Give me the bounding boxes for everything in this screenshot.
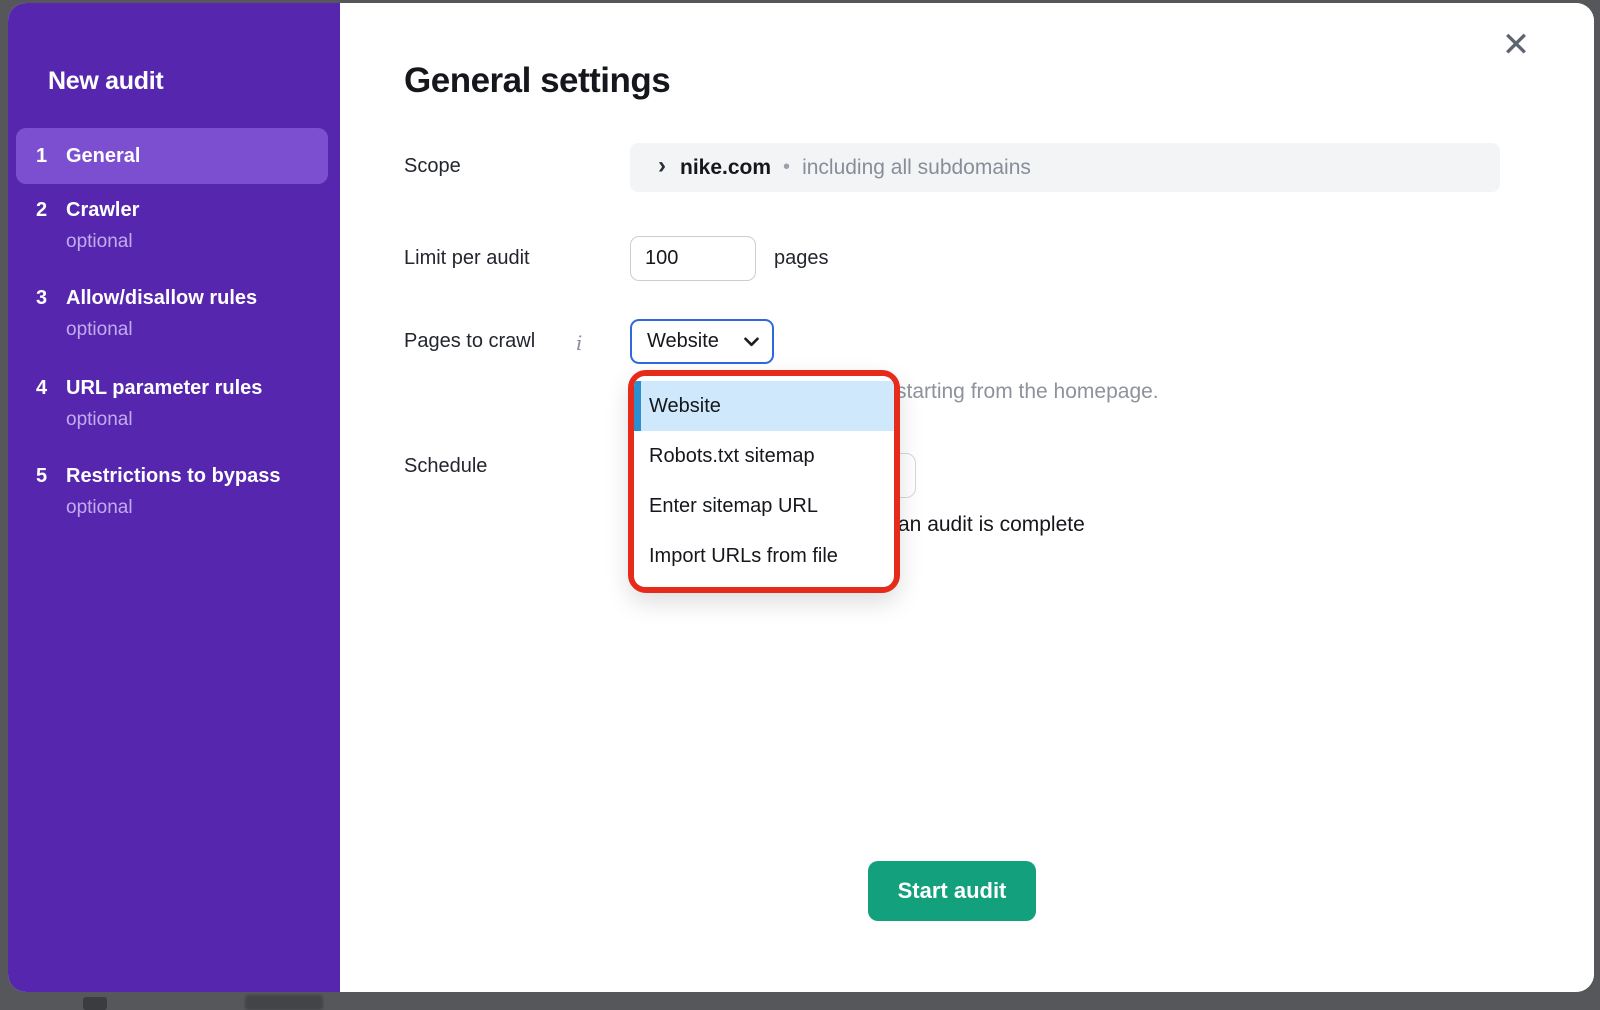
step-label: Allow/disallow rules bbox=[66, 287, 257, 309]
annotation-highlight: Website Robots.txt sitemap Enter sitemap… bbox=[628, 370, 900, 593]
step-label: Restrictions to bypass bbox=[66, 465, 281, 487]
screen-background: New audit 1General 2Crawler optional 3Al… bbox=[0, 0, 1600, 1010]
sidebar-title: New audit bbox=[48, 67, 163, 96]
crawl-helper-text-fragment: starting from the homepage. bbox=[896, 380, 1159, 404]
scope-value-box[interactable]: › nike.com • including all subdomains bbox=[630, 143, 1500, 192]
step-optional-note: optional bbox=[66, 231, 133, 253]
sidebar-item-restrictions-to-bypass[interactable]: 5Restrictions to bypass bbox=[36, 465, 281, 488]
sidebar-item-general[interactable]: 1General bbox=[36, 145, 140, 168]
schedule-label: Schedule bbox=[404, 455, 487, 478]
step-number: 5 bbox=[36, 465, 66, 488]
sidebar-item-allow-disallow-rules[interactable]: 3Allow/disallow rules bbox=[36, 287, 257, 310]
pages-to-crawl-dropdown: Website Robots.txt sitemap Enter sitemap… bbox=[634, 376, 894, 587]
background-page-artifact bbox=[83, 997, 107, 1010]
sidebar: New audit 1General 2Crawler optional 3Al… bbox=[8, 3, 340, 992]
scope-domain: nike.com bbox=[680, 156, 771, 180]
step-label: General bbox=[66, 145, 140, 167]
start-audit-button[interactable]: Start audit bbox=[868, 861, 1036, 921]
step-optional-note: optional bbox=[66, 319, 133, 341]
info-icon[interactable]: i bbox=[576, 331, 582, 355]
limit-unit-label: pages bbox=[774, 247, 829, 270]
dropdown-option-robots-sitemap[interactable]: Robots.txt sitemap bbox=[634, 431, 894, 481]
dropdown-option-enter-sitemap-url[interactable]: Enter sitemap URL bbox=[634, 481, 894, 531]
selected-option-label: Website bbox=[647, 330, 719, 353]
bullet-separator: • bbox=[783, 156, 790, 179]
scope-subdomains-note: including all subdomains bbox=[802, 156, 1031, 180]
content-area: ✕ General settings Scope › nike.com • in… bbox=[340, 3, 1594, 992]
step-optional-note: optional bbox=[66, 409, 133, 431]
step-label: Crawler bbox=[66, 199, 139, 221]
pages-to-crawl-label: Pages to crawl bbox=[404, 330, 535, 353]
step-number: 3 bbox=[36, 287, 66, 310]
limit-per-audit-label: Limit per audit bbox=[404, 247, 530, 270]
limit-per-audit-input[interactable] bbox=[630, 236, 756, 281]
chevron-right-icon: › bbox=[658, 154, 666, 178]
new-audit-modal: New audit 1General 2Crawler optional 3Al… bbox=[8, 3, 1594, 992]
dropdown-option-website[interactable]: Website bbox=[634, 381, 894, 431]
step-number: 2 bbox=[36, 199, 66, 222]
close-icon: ✕ bbox=[1502, 28, 1531, 62]
step-number: 4 bbox=[36, 377, 66, 400]
dropdown-option-import-urls[interactable]: Import URLs from file bbox=[634, 531, 894, 581]
sidebar-item-crawler[interactable]: 2Crawler bbox=[36, 199, 139, 222]
sidebar-item-url-parameter-rules[interactable]: 4URL parameter rules bbox=[36, 377, 262, 400]
step-number: 1 bbox=[36, 145, 66, 168]
pages-to-crawl-select[interactable]: Website bbox=[630, 319, 774, 364]
background-page-artifact bbox=[245, 995, 323, 1010]
chevron-down-icon bbox=[744, 337, 759, 347]
email-notification-text-fragment: an audit is complete bbox=[898, 513, 1085, 537]
close-button[interactable]: ✕ bbox=[1490, 19, 1542, 71]
step-label: URL parameter rules bbox=[66, 377, 262, 399]
scope-label: Scope bbox=[404, 155, 461, 178]
page-title: General settings bbox=[404, 61, 670, 101]
step-optional-note: optional bbox=[66, 497, 133, 519]
